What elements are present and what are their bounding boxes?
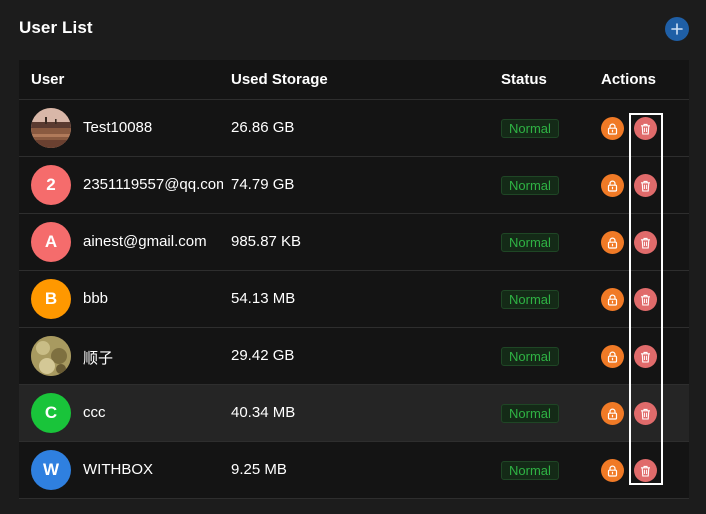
avatar-initial: B bbox=[44, 289, 58, 308]
delete-user-button[interactable] bbox=[634, 288, 657, 311]
lock-user-button[interactable] bbox=[601, 459, 624, 482]
delete-user-button[interactable] bbox=[634, 345, 657, 368]
avatar-photo bbox=[31, 336, 71, 376]
avatar-initial: C bbox=[44, 403, 58, 422]
avatar: A bbox=[31, 222, 71, 262]
lock-icon bbox=[607, 408, 618, 420]
table-row: C ccc 40.34 MB Normal bbox=[19, 385, 689, 442]
page-title: User List bbox=[19, 18, 93, 37]
plus-icon bbox=[671, 23, 683, 35]
trash-icon bbox=[641, 180, 650, 192]
column-header-user: User bbox=[31, 71, 65, 88]
lock-icon bbox=[607, 123, 618, 135]
lock-icon bbox=[607, 294, 618, 306]
used-storage: 29.42 GB bbox=[231, 347, 295, 364]
used-storage: 26.86 GB bbox=[231, 119, 295, 136]
used-storage: 74.79 GB bbox=[231, 176, 295, 193]
avatar: 2 bbox=[31, 165, 71, 205]
user-name: Test10088 bbox=[83, 119, 153, 136]
lock-icon bbox=[607, 237, 618, 249]
column-header-actions: Actions bbox=[601, 71, 657, 88]
lock-icon bbox=[607, 351, 618, 363]
lock-user-button[interactable] bbox=[601, 345, 624, 368]
delete-user-button[interactable] bbox=[634, 117, 657, 140]
status-badge: Normal bbox=[501, 461, 559, 480]
delete-user-button[interactable] bbox=[634, 231, 657, 254]
avatar-photo bbox=[31, 108, 71, 148]
lock-icon bbox=[607, 465, 618, 477]
user-name: ccc bbox=[83, 404, 106, 421]
status-badge: Normal bbox=[501, 176, 559, 195]
user-name: 顺子 bbox=[83, 350, 114, 367]
column-header-status: Status bbox=[501, 71, 547, 88]
lock-user-button[interactable] bbox=[601, 402, 624, 425]
lock-user-button[interactable] bbox=[601, 117, 624, 140]
user-name: 2351119557@qq.com bbox=[83, 176, 223, 193]
used-storage: 9.25 MB bbox=[231, 461, 287, 478]
trash-icon bbox=[641, 237, 650, 249]
lock-user-button[interactable] bbox=[601, 231, 624, 254]
used-storage: 40.34 MB bbox=[231, 404, 296, 421]
status-badge: Normal bbox=[501, 404, 559, 423]
lock-user-button[interactable] bbox=[601, 288, 624, 311]
trash-icon bbox=[641, 351, 650, 363]
user-name: ainest@gmail.com bbox=[83, 233, 207, 250]
column-header-storage: Used Storage bbox=[231, 71, 328, 88]
lock-user-button[interactable] bbox=[601, 174, 624, 197]
trash-icon bbox=[641, 123, 650, 135]
table-header: User Used Storage Status Actions bbox=[19, 60, 689, 100]
user-name: bbb bbox=[83, 290, 109, 307]
user-name: WITHBOX bbox=[83, 461, 153, 478]
table-body: Test10088 26.86 GB Normal 2 2351119557@q… bbox=[19, 100, 689, 499]
avatar-photo-image bbox=[31, 108, 71, 148]
lock-icon bbox=[607, 180, 618, 192]
table-row: Test10088 26.86 GB Normal bbox=[19, 100, 689, 157]
avatar-initial: W bbox=[42, 460, 60, 479]
trash-icon bbox=[641, 294, 650, 306]
avatar: W bbox=[31, 450, 71, 490]
table-row: W WITHBOX 9.25 MB Normal bbox=[19, 442, 689, 499]
trash-icon bbox=[641, 465, 650, 477]
avatar-initial: A bbox=[44, 232, 58, 251]
avatar: C bbox=[31, 393, 71, 433]
avatar: B bbox=[31, 279, 71, 319]
status-badge: Normal bbox=[501, 119, 559, 138]
status-badge: Normal bbox=[501, 233, 559, 252]
used-storage: 54.13 MB bbox=[231, 290, 296, 307]
add-user-button[interactable] bbox=[665, 17, 689, 41]
table-row: A ainest@gmail.com 985.87 KB Normal bbox=[19, 214, 689, 271]
delete-user-button[interactable] bbox=[634, 174, 657, 197]
table-row: 顺子 29.42 GB Normal bbox=[19, 328, 689, 385]
table-row: 2 2351119557@qq.com 74.79 GB Normal bbox=[19, 157, 689, 214]
delete-user-button[interactable] bbox=[634, 459, 657, 482]
status-badge: Normal bbox=[501, 290, 559, 309]
avatar-initial: 2 bbox=[46, 175, 56, 194]
used-storage: 985.87 KB bbox=[231, 233, 302, 250]
table-row: B bbb 54.13 MB Normal bbox=[19, 271, 689, 328]
user-table: User Used Storage Status Actions Test100… bbox=[19, 60, 689, 499]
trash-icon bbox=[641, 408, 650, 420]
status-badge: Normal bbox=[501, 347, 559, 366]
avatar-photo-image bbox=[31, 336, 71, 376]
page-header: User List bbox=[19, 14, 689, 44]
delete-user-button[interactable] bbox=[634, 402, 657, 425]
